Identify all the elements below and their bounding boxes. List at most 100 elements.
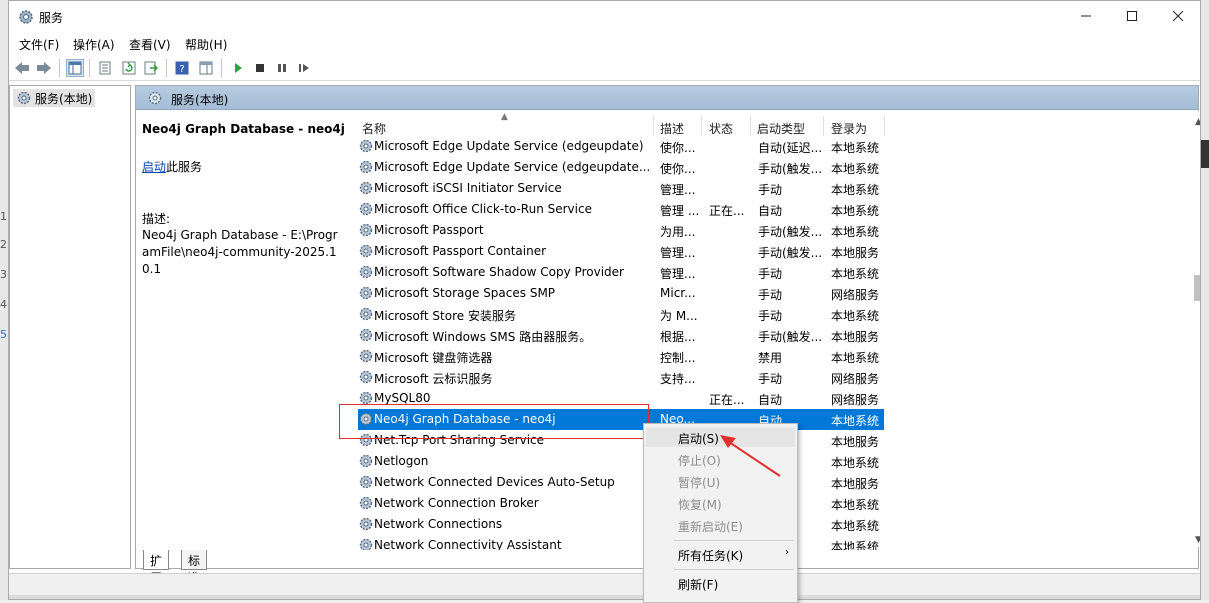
tab-extended[interactable]: 扩展 xyxy=(143,550,170,585)
maximize-button[interactable] xyxy=(1109,1,1155,31)
help-icon: ? xyxy=(175,61,189,75)
stop-service-button[interactable] xyxy=(251,59,269,77)
table-row[interactable]: Network Connection Broker 本地系统 xyxy=(358,493,884,514)
service-status: 正在... xyxy=(709,393,745,407)
help-button[interactable]: ? xyxy=(173,59,191,77)
table-row[interactable]: Network Connections 本地系统 xyxy=(358,514,884,535)
service-logon: 本地系统 xyxy=(831,141,880,155)
tree-node-label: 服务(本地) xyxy=(35,92,93,106)
start-service-link[interactable]: 启动 xyxy=(142,160,166,174)
column-header-name[interactable]: 名称 xyxy=(362,120,386,137)
gear-icon xyxy=(359,307,373,321)
refresh-icon xyxy=(122,61,136,75)
services-pane-title: 服务(本地) xyxy=(171,93,229,107)
minimize-icon xyxy=(1081,15,1091,17)
table-row[interactable]: Microsoft Software Shadow Copy Provider 管… xyxy=(358,262,884,283)
context-menu-resume[interactable]: 恢复(M) xyxy=(678,496,722,513)
pause-icon xyxy=(278,64,286,72)
scroll-thumb[interactable] xyxy=(1194,275,1200,301)
restart-icon xyxy=(299,64,309,72)
service-logon: 本地系统 xyxy=(831,498,880,512)
menu-action[interactable]: 操作(A) xyxy=(73,36,115,53)
table-row[interactable]: Microsoft 云标识服务 支持... 手动 网络服务 xyxy=(358,367,884,388)
context-menu-restart[interactable]: 重新启动(E) xyxy=(678,518,743,535)
service-name: Microsoft Office Click-to-Run Service xyxy=(374,202,592,216)
status-bar xyxy=(9,573,1200,595)
scroll-up-icon[interactable]: ▲ xyxy=(1195,117,1200,127)
services-pane-header: 服务(本地) xyxy=(136,86,1198,110)
service-description-panel: Neo4j Graph Database - neo4j 启动此服务 描述: N… xyxy=(136,110,346,550)
table-row[interactable]: Microsoft Office Click-to-Run Service 管理 … xyxy=(358,199,884,220)
selected-service-title: Neo4j Graph Database - neo4j xyxy=(142,122,345,136)
service-description: Micr... xyxy=(660,286,696,300)
table-row[interactable]: Microsoft Edge Update Service (edgeupdat… xyxy=(358,157,884,178)
context-menu-refresh[interactable]: 刷新(F) xyxy=(678,576,718,593)
action-pane-button[interactable] xyxy=(197,59,215,77)
table-row[interactable]: Microsoft 键盘筛选器 控制... 禁用 本地系统 xyxy=(358,346,884,367)
context-menu-all-tasks[interactable]: 所有任务(K) xyxy=(678,547,743,564)
table-row[interactable]: Microsoft iSCSI Initiator Service 管理... 手动… xyxy=(358,178,884,199)
annotation-highlight-box xyxy=(339,404,649,439)
tab-standard[interactable]: 标准 xyxy=(181,550,208,585)
table-row[interactable]: Microsoft Windows SMS 路由器服务。 根据... 手动(触发..… xyxy=(358,325,884,346)
start-service-button[interactable] xyxy=(229,59,247,77)
gear-icon xyxy=(359,265,373,279)
back-button[interactable] xyxy=(13,59,31,77)
gear-icon xyxy=(359,181,373,195)
window-title: 服务 xyxy=(39,11,64,25)
export-icon xyxy=(144,61,158,75)
pause-service-button[interactable] xyxy=(273,59,291,77)
chevron-right-icon: › xyxy=(785,547,789,558)
table-row[interactable]: Microsoft Storage Spaces SMP Micr... 手动 网络服… xyxy=(358,283,884,304)
close-button[interactable] xyxy=(1155,1,1200,31)
menu-file[interactable]: 文件(F) xyxy=(19,36,59,53)
service-name: Microsoft Storage Spaces SMP xyxy=(374,286,556,300)
show-tree-button[interactable] xyxy=(66,59,84,77)
table-row[interactable]: Microsoft Edge Update Service (edgeupdat… xyxy=(358,136,884,157)
service-description: 控制... xyxy=(660,351,696,365)
tree-node-services-local[interactable]: 服务(本地) xyxy=(13,89,96,107)
table-row[interactable]: Microsoft Passport 为用... 手动(触发... 本地系统 xyxy=(358,220,884,241)
service-description: 根据... xyxy=(660,330,696,344)
service-logon: 本地系统 xyxy=(831,351,880,365)
gear-icon xyxy=(359,202,373,216)
service-description: 管理 ... xyxy=(660,204,700,218)
gear-icon xyxy=(148,91,162,105)
service-startup-type: 自动 xyxy=(758,393,783,407)
gear-icon xyxy=(359,160,373,174)
close-icon xyxy=(1172,10,1184,22)
export-list-button[interactable] xyxy=(142,59,160,77)
column-header-description[interactable]: 描述 xyxy=(660,120,684,137)
service-description: 管理... xyxy=(660,183,696,197)
restart-service-button[interactable] xyxy=(295,59,313,77)
column-header-startup-type[interactable]: 启动类型 xyxy=(757,120,805,137)
menu-view[interactable]: 查看(V) xyxy=(129,36,171,53)
service-startup-type: 手动 xyxy=(758,183,783,197)
action-pane-icon xyxy=(199,61,213,75)
table-row[interactable]: Network Connected Devices Auto-Setup 本地服务 xyxy=(358,472,884,493)
minimize-button[interactable] xyxy=(1063,1,1109,31)
forward-button[interactable] xyxy=(35,59,53,77)
service-name: Network Connections xyxy=(374,517,503,531)
service-name: Microsoft iSCSI Initiator Service xyxy=(374,181,562,195)
table-row[interactable]: Network Connectivity Assistant 本地系统 xyxy=(358,535,884,550)
console-tree: 服务(本地) xyxy=(9,85,131,569)
refresh-button[interactable] xyxy=(120,59,138,77)
scroll-down-icon[interactable]: ▼ xyxy=(1195,535,1200,545)
service-description: 管理... xyxy=(660,267,696,281)
vertical-scrollbar[interactable]: ▲ ▼ xyxy=(1192,111,1200,547)
gear-icon xyxy=(359,244,373,258)
column-header-logon-as[interactable]: 登录为 xyxy=(831,120,867,137)
table-row[interactable]: Microsoft Passport Container 管理... 手动(触发..… xyxy=(358,241,884,262)
properties-button[interactable] xyxy=(96,59,114,77)
menu-help[interactable]: 帮助(H) xyxy=(185,36,227,53)
service-logon: 本地系统 xyxy=(831,162,880,176)
table-row[interactable]: Netlogon 本地系统 xyxy=(358,451,884,472)
table-row[interactable]: Microsoft Store 安装服务 为 M... 手动 本地系统 xyxy=(358,304,884,325)
properties-icon xyxy=(99,61,111,75)
service-description: 管理... xyxy=(660,246,696,260)
gear-icon xyxy=(17,91,31,105)
service-name: Microsoft Software Shadow Copy Provider xyxy=(374,265,624,279)
service-logon: 本地系统 xyxy=(831,309,880,323)
column-header-status[interactable]: 状态 xyxy=(709,120,733,137)
